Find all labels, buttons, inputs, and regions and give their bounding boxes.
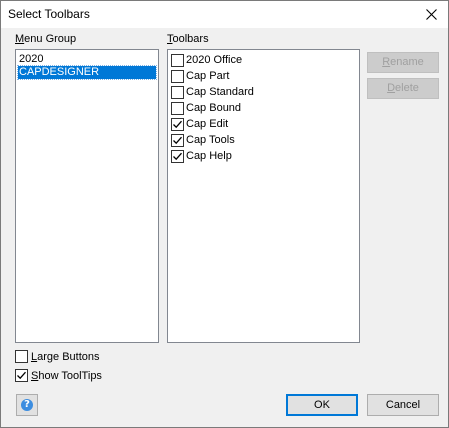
close-button[interactable] (414, 1, 448, 28)
help-button[interactable]: ? (16, 394, 38, 416)
toolbar-item-label: Cap Tools (186, 134, 235, 146)
rename-button[interactable]: Rename (367, 52, 439, 73)
ok-button[interactable]: OK (286, 394, 358, 416)
toolbar-checkbox[interactable] (171, 134, 184, 147)
menu-group-item-2020[interactable]: 2020 (18, 53, 156, 66)
close-icon (426, 9, 437, 20)
toolbar-checkbox[interactable] (171, 118, 184, 131)
checkmark-icon (173, 136, 182, 145)
window-title: Select Toolbars (8, 7, 90, 21)
toolbars-listbox[interactable]: 2020 Office Cap Part Cap Standard Cap Bo… (167, 49, 360, 343)
toolbar-item-label: 2020 Office (186, 54, 243, 66)
help-icon: ? (21, 399, 33, 411)
toolbar-item-label: Cap Standard (186, 86, 254, 98)
toolbar-checkbox[interactable] (171, 54, 184, 67)
toolbar-item-label: Cap Part (186, 70, 230, 82)
checkmark-icon (173, 120, 182, 129)
cancel-button[interactable]: Cancel (367, 394, 439, 416)
toolbars-label: Toolbars (167, 33, 209, 45)
checkmark-icon (173, 152, 182, 161)
toolbar-checkbox[interactable] (171, 150, 184, 163)
show-tooltips-label: Show ToolTips (31, 370, 102, 382)
toolbar-checkbox[interactable] (171, 70, 184, 83)
toolbar-checkbox[interactable] (171, 86, 184, 99)
large-buttons-label: Large Buttons (31, 351, 100, 363)
show-tooltips-checkbox[interactable] (15, 369, 28, 382)
toolbar-item-label: Cap Bound (186, 102, 242, 114)
menu-group-label: Menu Group (15, 33, 77, 45)
delete-button[interactable]: Delete (367, 78, 439, 99)
toolbar-item-label: Cap Help (186, 150, 232, 162)
select-toolbars-dialog: Select Toolbars Menu Group 2020 CAPDESIG… (0, 0, 449, 428)
toolbar-checkbox[interactable] (171, 102, 184, 115)
checkmark-icon (17, 371, 26, 380)
toolbar-item-label: Cap Edit (186, 118, 229, 130)
menu-group-item-capdesigner[interactable]: CAPDESIGNER (17, 65, 157, 80)
large-buttons-checkbox[interactable] (15, 350, 28, 363)
title-bar[interactable]: Select Toolbars (1, 1, 448, 28)
menu-group-listbox[interactable]: 2020 CAPDESIGNER (15, 49, 159, 343)
